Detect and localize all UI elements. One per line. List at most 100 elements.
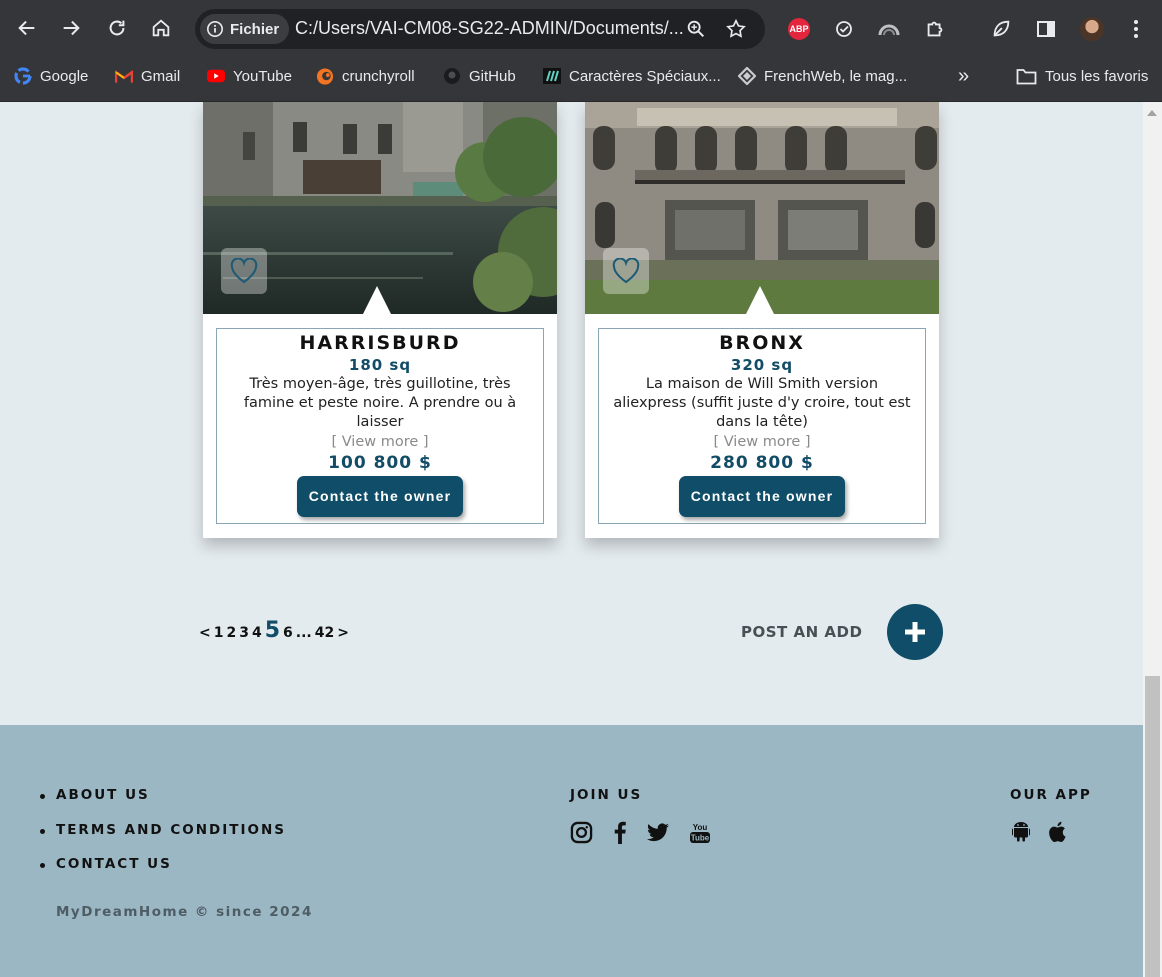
pagination-page[interactable]: 2 (226, 625, 236, 641)
puzzle-icon (927, 21, 943, 37)
folder-icon (1015, 67, 1037, 85)
listing-card: BRONX 320 sq La maison de Will Smith ver… (585, 102, 939, 538)
heart-icon (612, 258, 640, 284)
bookmark-youtube[interactable]: YouTube (207, 66, 292, 86)
site-info-chip[interactable]: Fichier (200, 14, 290, 44)
pagination-page[interactable]: 6 (283, 625, 293, 641)
bookmark-github[interactable]: GitHub (443, 66, 516, 86)
side-panel-button[interactable] (1032, 15, 1060, 43)
star-icon[interactable] (725, 18, 747, 40)
view-more-link[interactable]: [ View more ] (599, 432, 925, 452)
browser-toolbar: Fichier C:/Users/VAI-CM08-SG22-ADMIN/Doc… (0, 0, 1162, 58)
page-scrollbar[interactable] (1143, 102, 1162, 977)
listing-price: 280 800 $ (710, 453, 814, 473)
listing-size: 320 sq (730, 356, 794, 374)
bookmark-label: GitHub (469, 67, 516, 85)
bookmark-label: YouTube (233, 67, 292, 85)
check-circle-icon (836, 21, 852, 37)
plus-icon (905, 622, 925, 642)
home-icon (152, 19, 170, 37)
bookmarks-overflow-button[interactable]: » (958, 65, 969, 87)
all-bookmarks-button[interactable]: Tous les favoris (1015, 66, 1148, 86)
listing-title: HARRISBURD (299, 332, 461, 354)
crunchyroll-icon (316, 67, 334, 85)
listing-details: BRONX 320 sq La maison de Will Smith ver… (598, 328, 926, 524)
profile-button[interactable] (1078, 15, 1106, 43)
instagram-icon[interactable] (570, 821, 593, 844)
url-text[interactable]: C:/Users/VAI-CM08-SG22-ADMIN/Documents/.… (295, 18, 684, 39)
address-bar[interactable]: Fichier C:/Users/VAI-CM08-SG22-ADMIN/Doc… (195, 9, 765, 49)
gauge-icon (878, 24, 900, 36)
pagination-page[interactable]: 42 (315, 625, 334, 641)
scrollbar-thumb[interactable] (1145, 676, 1160, 977)
contact-owner-button[interactable]: Contact the owner (296, 476, 464, 517)
forward-button[interactable] (57, 14, 85, 42)
listing-details: HARRISBURD 180 sq Très moyen-âge, très g… (216, 328, 544, 524)
pagination-page[interactable]: 1 (214, 625, 224, 641)
post-ad-label[interactable]: POST AN ADD (741, 623, 862, 641)
home-button[interactable] (147, 14, 175, 42)
contact-owner-button[interactable]: Contact the owner (678, 476, 846, 517)
bookmark-label: FrenchWeb, le mag... (764, 67, 908, 85)
frenchweb-icon (738, 67, 756, 85)
reload-button[interactable] (103, 14, 131, 42)
post-ad-button[interactable] (887, 604, 943, 660)
side-panel-icon (1037, 21, 1055, 37)
svg-text:You: You (693, 823, 708, 832)
bookmark-gmail[interactable]: Gmail (115, 66, 180, 86)
android-icon[interactable] (1012, 821, 1030, 842)
pagination-current-page: 5 (264, 618, 281, 643)
footer-link-contact[interactable]: CONTACT US (40, 856, 286, 891)
svg-text:Tube: Tube (691, 833, 710, 842)
pagination: < 1 2 3 4 5 6 ... 42 > (199, 618, 349, 648)
adblock-extension[interactable]: ABP (785, 15, 813, 43)
scroll-up-arrow-icon[interactable] (1147, 110, 1157, 116)
pagination-page[interactable]: 4 (252, 625, 262, 641)
bookmark-special-chars[interactable]: Caractères Spéciaux... (543, 66, 721, 86)
twitter-icon[interactable] (647, 823, 669, 842)
apple-icon[interactable] (1048, 821, 1066, 842)
extensions-button[interactable] (921, 15, 949, 43)
pagination-next[interactable]: > (337, 625, 349, 641)
bookmark-label: crunchyroll (342, 67, 415, 85)
card-pointer (746, 286, 774, 314)
bookmark-label: Caractères Spéciaux... (569, 67, 721, 85)
youtube-icon[interactable]: You Tube (689, 822, 711, 844)
footer-link-about[interactable]: ABOUT US (40, 787, 286, 822)
arrow-right-icon (63, 20, 80, 36)
arrow-left-icon (18, 20, 35, 36)
vpn-extension[interactable] (875, 15, 903, 43)
back-button[interactable] (13, 14, 41, 42)
copyright-text: MyDreamHome © since 2024 (56, 904, 313, 920)
menu-button[interactable] (1122, 15, 1150, 43)
site-footer: ABOUT US TERMS AND CONDITIONS CONTACT US… (0, 725, 1143, 977)
bookmark-crunchyroll[interactable]: crunchyroll (316, 66, 415, 86)
bookmark-google[interactable]: Google (14, 66, 88, 86)
pagination-page[interactable]: 3 (239, 625, 249, 641)
google-icon (14, 67, 32, 85)
favorite-button[interactable] (221, 248, 267, 294)
pagination-prev[interactable]: < (199, 625, 211, 641)
footer-link-terms[interactable]: TERMS AND CONDITIONS (40, 822, 286, 857)
card-pointer (363, 286, 391, 314)
task-extension[interactable] (830, 15, 858, 43)
listing-price: 100 800 $ (328, 453, 432, 473)
pagination-ellipsis: ... (295, 625, 312, 641)
avatar (1080, 17, 1104, 41)
listing-card: HARRISBURD 180 sq Très moyen-âge, très g… (203, 102, 557, 538)
bookmark-label: Gmail (141, 67, 181, 85)
zoom-icon[interactable] (685, 18, 707, 40)
footer-links: ABOUT US TERMS AND CONDITIONS CONTACT US (40, 787, 286, 891)
special-chars-icon (543, 67, 561, 85)
heart-icon (230, 258, 258, 284)
listing-description: Très moyen-âge, très guillotine, très fa… (243, 376, 517, 430)
performance-button[interactable] (987, 15, 1015, 43)
leaf-icon (993, 20, 1010, 37)
view-more-link[interactable]: [ View more ] (217, 432, 543, 452)
bookmark-frenchweb[interactable]: FrenchWeb, le mag... (738, 66, 907, 86)
favorite-button[interactable] (603, 248, 649, 294)
app-links (1012, 821, 1066, 842)
facebook-icon[interactable] (613, 821, 627, 844)
listing-description: La maison de Will Smith version aliexpre… (613, 376, 911, 430)
social-links: You Tube (570, 821, 711, 844)
